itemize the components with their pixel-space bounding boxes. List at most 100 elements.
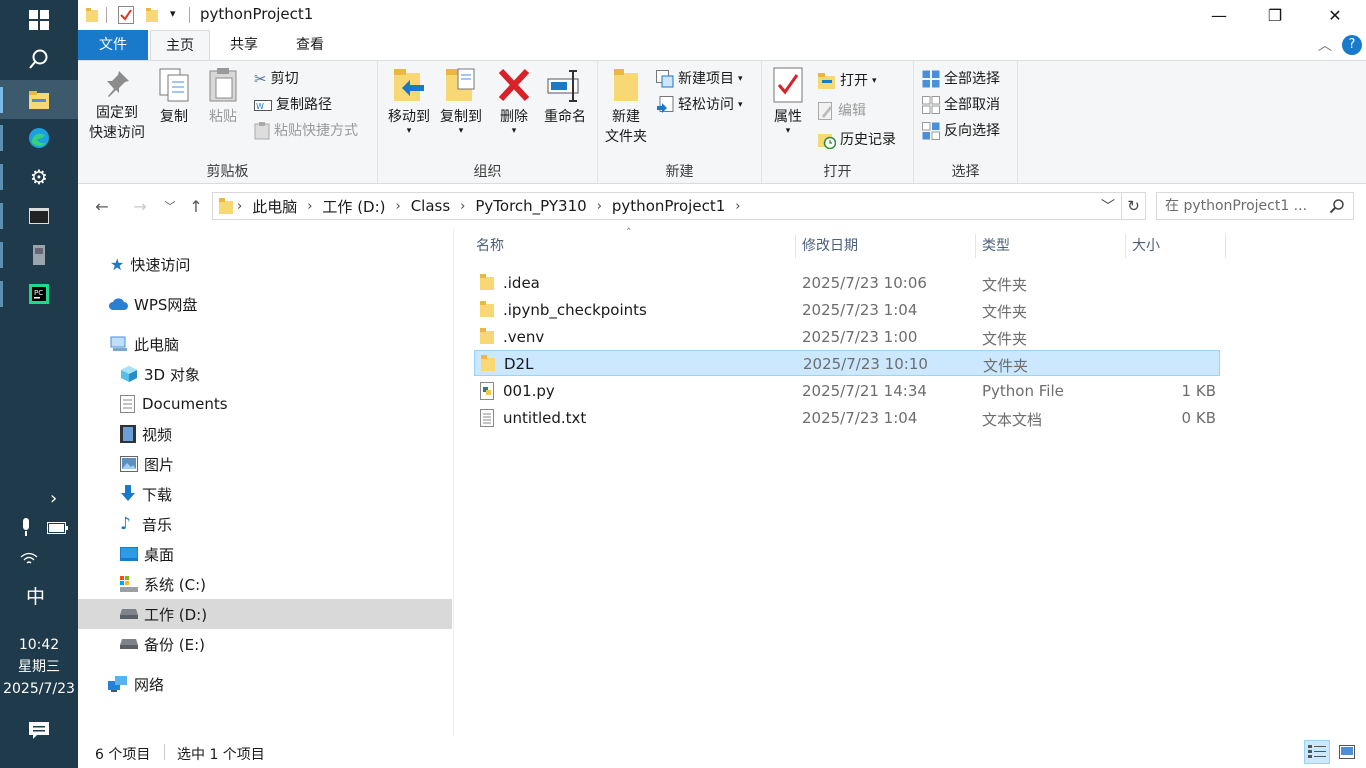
copy-button[interactable]: 复制 xyxy=(154,67,194,127)
file-row[interactable]: untitled.txt 2025/7/23 1:04 文本文档 0 KB xyxy=(474,405,1220,431)
close-button[interactable]: ✕ xyxy=(1306,0,1364,30)
window-folder-icon[interactable] xyxy=(86,8,98,26)
nav-videos[interactable]: 视频 xyxy=(78,419,452,449)
easy-access-button[interactable]: 轻松访问 ▾ xyxy=(656,93,743,117)
copy-to-button[interactable]: 复制到 ▾ xyxy=(434,67,488,136)
tab-share[interactable]: 共享 xyxy=(214,30,274,60)
large-icons-view-button[interactable] xyxy=(1334,740,1360,764)
breadcrumb-separator[interactable]: › xyxy=(233,199,246,214)
select-all-button[interactable]: 全部选择 xyxy=(922,67,1000,91)
nav-music[interactable]: ♪ 音乐 xyxy=(78,509,452,539)
maximize-button[interactable]: ❐ xyxy=(1246,0,1304,30)
file-row[interactable]: .idea 2025/7/23 10:06 文件夹 xyxy=(474,270,1220,296)
nav-network[interactable]: 网络 xyxy=(78,669,452,699)
tab-view[interactable]: 查看 xyxy=(278,30,342,60)
file-row[interactable]: 001.py 2025/7/21 14:34 Python File 1 KB xyxy=(474,378,1220,404)
file-name: .idea xyxy=(503,274,540,292)
search-box[interactable] xyxy=(1156,192,1354,220)
breadcrumb-python-project[interactable]: pythonProject1 xyxy=(606,197,731,215)
drive-icon xyxy=(120,639,138,649)
file-row[interactable]: .ipynb_checkpoints 2025/7/23 1:04 文件夹 xyxy=(474,297,1220,323)
recent-locations-button[interactable]: ﹀ xyxy=(158,194,182,218)
microphone-icon[interactable] xyxy=(20,518,32,542)
expand-tray-chevron-icon[interactable]: › xyxy=(50,488,57,509)
nav-network-label: 网络 xyxy=(134,675,165,694)
nav-downloads[interactable]: 下载 xyxy=(78,479,452,509)
nav-wps-cloud[interactable]: WPS网盘 xyxy=(78,289,452,319)
battery-icon[interactable] xyxy=(47,522,69,538)
details-view-button[interactable] xyxy=(1304,740,1330,764)
breadcrumb-drive-d[interactable]: 工作 (D:) xyxy=(316,196,391,217)
clock[interactable]: 10:42 星期三 2025/7/23 xyxy=(0,634,78,700)
minimize-button[interactable]: — xyxy=(1190,0,1248,30)
network-icon xyxy=(108,676,127,692)
qat-customize-icon[interactable]: ▾ xyxy=(170,7,176,20)
select-none-button[interactable]: 全部取消 xyxy=(922,93,1000,117)
tab-file[interactable]: 文件 xyxy=(78,30,148,60)
qat-new-folder-icon[interactable] xyxy=(146,8,158,26)
properties-button[interactable]: 属性 ▾ xyxy=(768,67,808,136)
notification-button[interactable] xyxy=(29,722,49,744)
breadcrumb-separator[interactable]: › xyxy=(303,199,316,214)
copy-path-button[interactable]: W 复制路径 xyxy=(254,93,332,117)
collapse-ribbon-chevron-icon[interactable]: ︿ xyxy=(1318,35,1332,55)
column-header-name[interactable]: 名称 xyxy=(470,234,796,258)
breadcrumb-separator[interactable]: › xyxy=(456,199,469,214)
nav-3d-objects[interactable]: 3D 对象 xyxy=(78,359,452,389)
nav-drive-c[interactable]: 系统 (C:) xyxy=(78,569,452,599)
history-button[interactable]: 历史记录 xyxy=(818,128,896,152)
new-item-button[interactable]: 新建项目 ▾ xyxy=(656,67,743,91)
edit-button[interactable]: 编辑 xyxy=(818,99,866,123)
rename-button[interactable]: 重命名 xyxy=(538,67,592,127)
nav-documents[interactable]: Documents xyxy=(78,389,452,419)
search-input[interactable] xyxy=(1157,193,1325,219)
ime-indicator[interactable]: 中 xyxy=(26,582,45,609)
taskbar-terminal[interactable] xyxy=(0,196,78,235)
help-icon[interactable]: ? xyxy=(1342,35,1362,55)
nav-this-pc[interactable]: 此电脑 xyxy=(78,329,452,359)
tab-home[interactable]: 主页 xyxy=(150,30,210,61)
breadcrumb-separator[interactable]: › xyxy=(731,199,744,214)
nav-quick-access[interactable]: ★ 快速访问 xyxy=(78,249,452,279)
wifi-icon[interactable] xyxy=(20,552,38,570)
refresh-button[interactable]: ↻ xyxy=(1122,192,1146,220)
file-row[interactable]: .venv 2025/7/23 1:00 文件夹 xyxy=(474,324,1220,350)
breadcrumb-this-pc[interactable]: 此电脑 xyxy=(246,196,303,217)
column-header-type[interactable]: 类型 xyxy=(976,234,1126,258)
file-row-selected[interactable]: D2L 2025/7/23 10:10 文件夹 xyxy=(474,350,1220,376)
open-button[interactable]: 打开 ▾ xyxy=(818,69,877,93)
clock-time: 10:42 xyxy=(18,637,60,653)
paste-shortcut-button[interactable]: 粘贴快捷方式 xyxy=(254,119,358,143)
search-button[interactable] xyxy=(0,39,78,78)
cut-button[interactable]: ✂ 剪切 xyxy=(254,67,299,91)
back-button[interactable]: ← xyxy=(90,194,114,218)
invert-selection-button[interactable]: 反向选择 xyxy=(922,119,1000,143)
taskbar-pycharm[interactable]: PC xyxy=(0,274,78,313)
start-button[interactable] xyxy=(0,0,78,39)
nav-drive-d[interactable]: 工作 (D:) xyxy=(78,599,452,629)
column-header-size[interactable]: 大小 xyxy=(1126,234,1226,258)
taskbar-printer[interactable] xyxy=(0,235,78,274)
qat-properties-icon[interactable] xyxy=(118,6,134,28)
delete-button[interactable]: 删除 ▾ xyxy=(494,67,534,136)
taskbar-edge[interactable] xyxy=(0,118,78,157)
search-icon[interactable] xyxy=(1329,198,1345,214)
breadcrumb-class[interactable]: Class xyxy=(405,197,456,215)
breadcrumb-pytorch[interactable]: PyTorch_PY310 xyxy=(469,197,592,215)
nav-drive-e[interactable]: 备份 (E:) xyxy=(78,629,452,659)
address-bar[interactable]: › 此电脑 › 工作 (D:) › Class › PyTorch_PY310 … xyxy=(212,192,1122,220)
nav-pictures[interactable]: 图片 xyxy=(78,449,452,479)
column-header-date[interactable]: 修改日期 xyxy=(796,234,976,258)
breadcrumb-separator[interactable]: › xyxy=(593,199,606,214)
taskbar-settings[interactable]: ⚙ xyxy=(0,157,78,196)
pin-quick-access-button[interactable]: 固定到 快速访问 xyxy=(86,67,148,143)
nav-desktop[interactable]: 桌面 xyxy=(78,539,452,569)
breadcrumb-separator[interactable]: › xyxy=(392,199,405,214)
address-dropdown-icon[interactable]: ﹀ xyxy=(1101,196,1115,216)
move-to-button[interactable]: 移动到 ▾ xyxy=(382,67,436,136)
up-button[interactable]: ↑ xyxy=(184,194,208,218)
forward-button[interactable]: → xyxy=(128,194,152,218)
new-folder-button[interactable]: 新建 文件夹 xyxy=(602,67,650,147)
taskbar-file-explorer[interactable] xyxy=(0,80,78,119)
paste-button[interactable]: 粘贴 xyxy=(202,67,244,127)
